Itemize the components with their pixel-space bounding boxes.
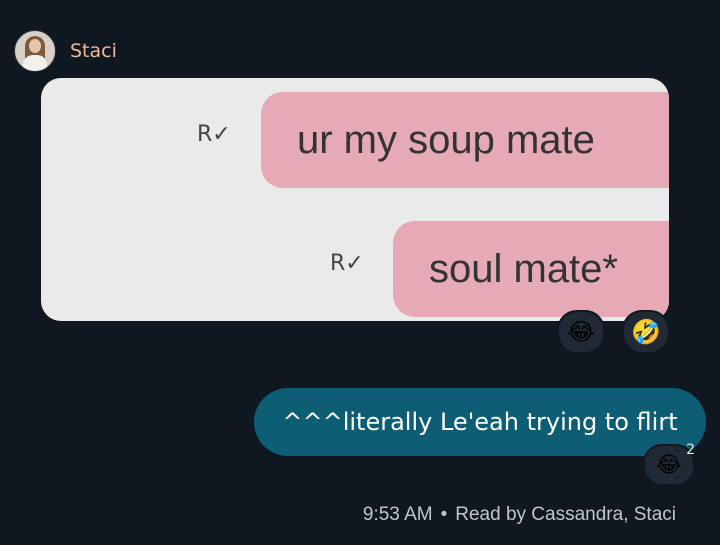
message-sender: Staci <box>14 30 117 72</box>
read-receipt: Read by Cassandra, Staci <box>455 504 676 525</box>
laughing-tears-reaction-icon[interactable]: 😂 2 <box>643 442 695 486</box>
laughing-tears-reaction-icon[interactable]: 😂 <box>557 310 605 354</box>
separator-dot: • <box>440 504 448 525</box>
outgoing-message-text: ^^^literally Le'eah trying to flirt <box>282 408 678 436</box>
timestamp: 9:53 AM <box>362 504 433 525</box>
image-message-bubble: soul mate* <box>393 221 669 317</box>
rofl-reaction-icon[interactable]: 🤣 <box>622 310 670 354</box>
image-message-bubble: ur my soup mate <box>261 92 669 188</box>
sender-name[interactable]: Staci <box>70 40 117 62</box>
image-message-text: ur my soup mate <box>297 117 595 162</box>
message-status: 9:53 AM • Read by Cassandra, Staci <box>363 504 676 526</box>
reaction-count: 2 <box>686 442 695 458</box>
chat-screen: Staci R✓ ur my soup mate R✓ soul mate* 😂… <box>0 0 720 545</box>
avatar-head <box>29 39 41 53</box>
avatar[interactable] <box>14 30 56 72</box>
rx-check-icon: R✓ <box>330 251 364 276</box>
image-attachment[interactable]: R✓ ur my soup mate R✓ soul mate* <box>41 78 669 321</box>
rx-check-icon: R✓ <box>197 122 231 147</box>
image-message-text: soul mate* <box>429 246 618 291</box>
outgoing-message-bubble[interactable]: ^^^literally Le'eah trying to flirt <box>254 388 706 456</box>
avatar-body <box>23 55 47 71</box>
